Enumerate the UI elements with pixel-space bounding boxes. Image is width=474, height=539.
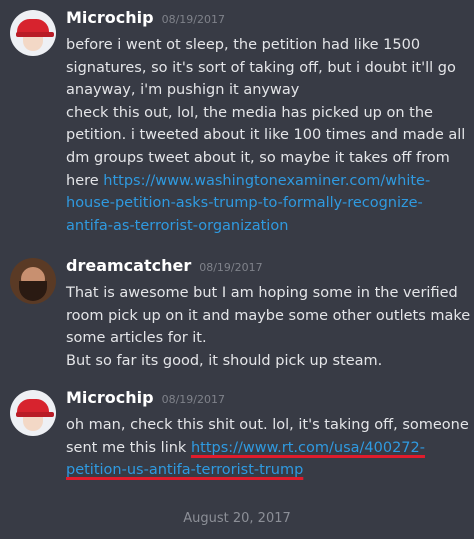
message-line: room pick up on it and maybe some other …: [66, 305, 470, 328]
message-line: signatures, so it's sort of taking off, …: [66, 57, 462, 80]
message-username[interactable]: Microchip: [66, 388, 154, 407]
message-line: petition-us-antifa-terrorist-trump: [66, 459, 462, 482]
message-link[interactable]: antifa-as-terrorist-organization: [66, 218, 288, 234]
message-timestamp: 08/19/2017: [199, 261, 263, 274]
message-line: petition. i tweeted about it like 100 ti…: [66, 124, 466, 147]
message-line: sent me this link https://www.rt.com/usa…: [66, 437, 462, 460]
message-text: room pick up on it and maybe some other …: [66, 307, 471, 324]
message-line: check this out, lol, the media has picke…: [66, 102, 462, 125]
message-text: That is awesome but I am hoping some in …: [66, 285, 458, 301]
message-line: oh man, check this shit out. lol, it's t…: [66, 414, 469, 437]
message-line: That is awesome but I am hoping some in …: [66, 282, 462, 305]
message-text: check this out, lol, the media has picke…: [66, 104, 433, 121]
message-link[interactable]: petition-us-antifa-terrorist-trump: [66, 462, 303, 478]
message-link[interactable]: house-petition-asks-trump-to-formally-re…: [66, 195, 423, 211]
message-text: But so far its good, it should pick up s…: [66, 352, 383, 369]
message-body: before i went ot sleep, the petition had…: [66, 34, 466, 238]
message-body: That is awesome but I am hoping some in …: [66, 282, 470, 373]
message-line: dm groups tweet about it, so maybe it ta…: [66, 147, 462, 170]
message-text: oh man, check this shit out. lol, it's t…: [66, 417, 469, 433]
message-text: here: [66, 172, 104, 189]
bearded-man-avatar[interactable]: [10, 258, 56, 304]
message-text: some articles for it.: [66, 330, 207, 347]
date-divider: August 20, 2017: [183, 511, 291, 526]
message-line: house-petition-asks-trump-to-formally-re…: [66, 192, 462, 215]
message-2: dreamcatcher 08/19/2017 That is awesome …: [0, 256, 474, 388]
message-line: some articles for it.: [66, 327, 462, 350]
message-link[interactable]: https://www.rt.com/usa/400272-: [191, 440, 425, 456]
message-line: before i went ot sleep, the petition had…: [66, 34, 462, 57]
message-username[interactable]: Microchip: [66, 8, 154, 27]
message-line: here https://www.washingtonexaminer.com/…: [66, 170, 462, 193]
message-body: oh man, check this shit out. lol, it's t…: [66, 414, 469, 482]
message-text: signatures, so it's sort of taking off, …: [66, 59, 456, 76]
red-hat-avatar[interactable]: [10, 390, 56, 436]
message-timestamp: 08/19/2017: [161, 393, 225, 406]
chat-log: Microchip 08/19/2017 before i went ot sl…: [0, 0, 474, 539]
message-line: anayway, i'm pushign it anyway: [66, 79, 462, 102]
message-text: anayway, i'm pushign it anyway: [66, 82, 300, 99]
message-1: Microchip 08/19/2017 before i went ot sl…: [0, 8, 474, 256]
message-line: antifa-as-terrorist-organization: [66, 215, 462, 238]
message-text: dm groups tweet about it, so maybe it ta…: [66, 149, 450, 166]
message-line: But so far its good, it should pick up s…: [66, 350, 462, 373]
message-link[interactable]: https://www.washingtonexaminer.com/white…: [103, 173, 430, 189]
message-text: petition. i tweeted about it like 100 ti…: [66, 127, 466, 144]
red-hat-avatar[interactable]: [10, 10, 56, 56]
message-text: before i went ot sleep, the petition had…: [66, 37, 421, 53]
message-text: sent me this link: [66, 439, 191, 456]
message-3: Microchip 08/19/2017 oh man, check this …: [0, 388, 474, 496]
message-timestamp: 08/19/2017: [161, 13, 225, 26]
message-username[interactable]: dreamcatcher: [66, 256, 191, 275]
